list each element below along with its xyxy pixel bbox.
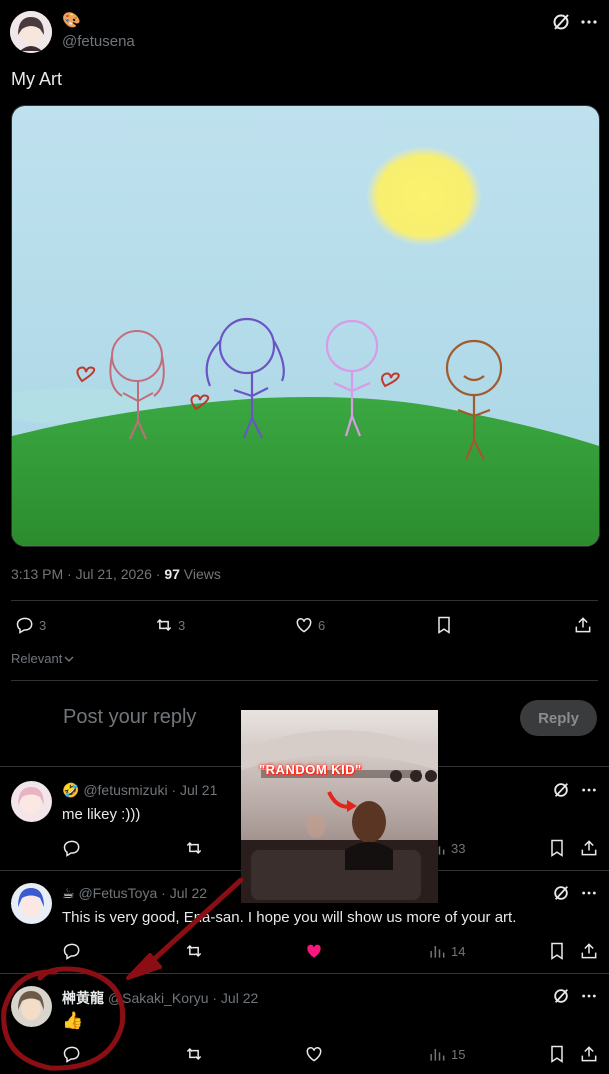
- bookmark-icon: [551, 942, 563, 960]
- like-count: 6: [318, 617, 326, 633]
- views-count: 14: [451, 943, 466, 959]
- reply-submit-button[interactable]: Reply: [520, 700, 597, 736]
- analytics-icon: [430, 1049, 445, 1061]
- heart-icon: [296, 617, 312, 633]
- reply-icon: [16, 617, 33, 634]
- reply-header: ☕ @FetusToya · Jul 22: [62, 885, 207, 902]
- reply-button[interactable]: [62, 941, 82, 961]
- grok-icon[interactable]: [552, 987, 570, 1005]
- bookmark-icon: [438, 616, 450, 634]
- grok-icon[interactable]: [552, 884, 570, 902]
- reply-handle[interactable]: @Sakaki_Koryu: [108, 990, 209, 1006]
- share-button[interactable]: [579, 838, 599, 858]
- share-button[interactable]: [579, 1044, 599, 1064]
- share-icon: [575, 617, 591, 633]
- more-icon[interactable]: [581, 884, 597, 902]
- timestamp-text: 3:13 PM · Jul 21, 2026 ·: [11, 566, 165, 582]
- bookmark-icon: [551, 839, 563, 857]
- reply-button[interactable]: [62, 1044, 82, 1064]
- share-icon: [581, 840, 597, 856]
- reply-icon: [63, 943, 80, 960]
- author-emoji: 🎨: [62, 12, 81, 29]
- reply-date: · Jul 22: [157, 885, 208, 901]
- repost-icon: [156, 618, 172, 632]
- more-icon[interactable]: [580, 12, 598, 32]
- views-count: 97: [164, 566, 180, 582]
- reply-display-name[interactable]: 榊黄龍: [62, 990, 104, 1006]
- reply-count: 3: [39, 617, 47, 633]
- artwork-drawing: [12, 106, 599, 546]
- sort-dropdown[interactable]: Relevant: [11, 651, 74, 666]
- repost-button[interactable]: [184, 1044, 204, 1064]
- reply-button[interactable]: [62, 838, 82, 858]
- heart-icon: [306, 1046, 322, 1062]
- repost-icon: [186, 841, 202, 855]
- author-handle[interactable]: @fetusena: [62, 33, 135, 50]
- meme-caption: "RANDOM KID": [259, 762, 362, 777]
- reply-emoji: 🤣: [62, 782, 80, 798]
- grok-icon[interactable]: [551, 12, 571, 32]
- views-count: 33: [451, 840, 466, 856]
- repost-button[interactable]: [184, 941, 204, 961]
- reply-text: 👍: [62, 1011, 84, 1030]
- like-button[interactable]: 6: [294, 615, 325, 635]
- share-icon: [581, 943, 597, 959]
- divider: [11, 680, 598, 681]
- grok-icon[interactable]: [552, 781, 570, 799]
- reply-header: 🤣 @fetusmizuki · Jul 21: [62, 782, 217, 799]
- divider: [0, 973, 609, 974]
- reply-icon: [63, 1046, 80, 1063]
- avatar[interactable]: [11, 883, 52, 924]
- avatar[interactable]: [11, 781, 52, 822]
- chevron-down-icon: [64, 656, 74, 662]
- heart-filled-icon: [307, 944, 321, 958]
- avatar[interactable]: [11, 986, 52, 1027]
- bookmark-icon: [551, 1045, 563, 1063]
- repost-button[interactable]: [184, 838, 204, 858]
- reply-emoji: ☕: [62, 885, 75, 901]
- post-timestamp: 3:13 PM · Jul 21, 2026 · 97 Views: [11, 566, 221, 582]
- share-button[interactable]: [573, 615, 593, 635]
- reply-date: · Jul 21: [167, 782, 218, 798]
- sort-label: Relevant: [11, 651, 63, 666]
- post-image[interactable]: [11, 105, 600, 547]
- divider: [11, 600, 598, 601]
- views-count: 15: [451, 1046, 466, 1062]
- reply-handle[interactable]: @FetusToya: [78, 885, 157, 901]
- repost-count: 3: [178, 617, 186, 633]
- views-button[interactable]: 14: [427, 941, 465, 961]
- reply-icon: [63, 840, 80, 857]
- views-label: Views: [179, 566, 221, 582]
- views-button[interactable]: 15: [427, 1044, 465, 1064]
- reply-handle[interactable]: @fetusmizuki: [83, 782, 167, 798]
- meme-overlay-image: "RANDOM KID": [241, 710, 438, 903]
- reply-button[interactable]: 3: [15, 615, 46, 635]
- bookmark-button[interactable]: [547, 941, 567, 961]
- reply-text: This is very good, Ena-san. I hope you w…: [62, 909, 517, 926]
- share-icon: [581, 1046, 597, 1062]
- repost-icon: [186, 944, 202, 958]
- reply-date: · Jul 22: [208, 990, 259, 1006]
- bookmark-button[interactable]: [547, 1044, 567, 1064]
- repost-button[interactable]: 3: [154, 615, 185, 635]
- bookmark-button[interactable]: [547, 838, 567, 858]
- author-avatar[interactable]: [10, 11, 52, 53]
- reply-text: me likey :))): [62, 806, 141, 823]
- analytics-icon: [430, 946, 445, 958]
- more-icon[interactable]: [581, 781, 597, 799]
- reply-input[interactable]: Post your reply: [63, 706, 196, 729]
- post-text: My Art: [11, 69, 63, 89]
- reply-header: 榊黄龍 @Sakaki_Koryu · Jul 22: [62, 988, 258, 1008]
- more-icon[interactable]: [581, 987, 597, 1005]
- like-button[interactable]: [304, 941, 324, 961]
- bookmark-button[interactable]: [434, 615, 454, 635]
- like-button[interactable]: [304, 1044, 324, 1064]
- share-button[interactable]: [579, 941, 599, 961]
- repost-icon: [186, 1047, 202, 1061]
